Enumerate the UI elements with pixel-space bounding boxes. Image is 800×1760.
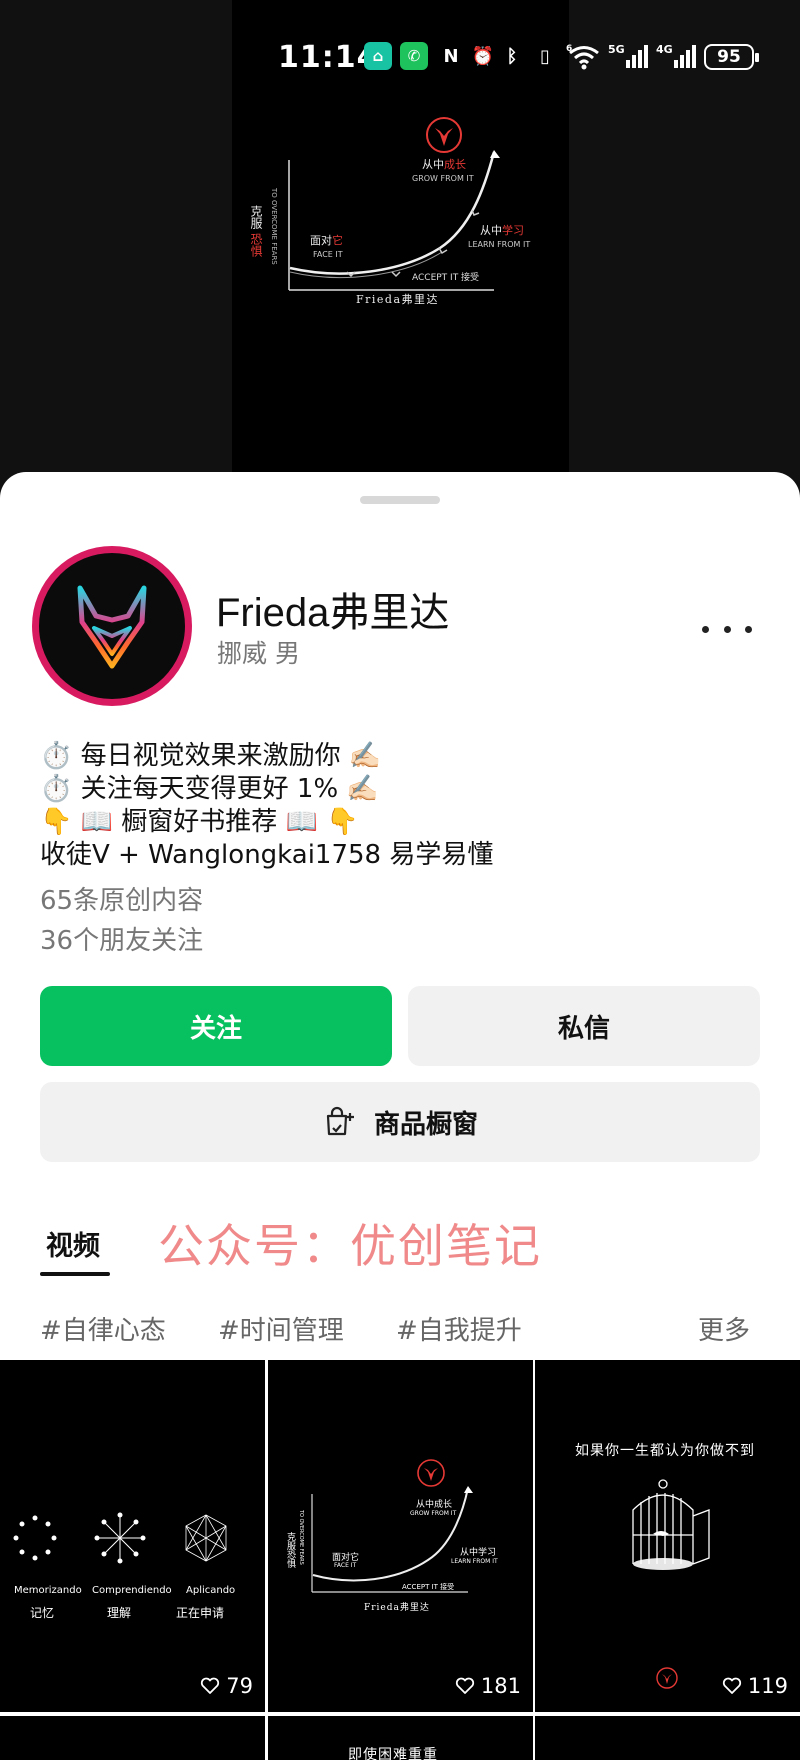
topic-tags: #自律心态 #时间管理 #自我提升 更多 xyxy=(40,1310,760,1350)
mini-ylabel: 克服恐惧 xyxy=(285,1532,295,1568)
mi-icon: ⌂ xyxy=(364,42,392,70)
caption-cn: 记忆 xyxy=(30,1606,55,1620)
top-video-area[interactable]: 从中成长 GROW FROM IT 从中学习 LEARN FROM IT 面对它… xyxy=(0,0,800,500)
graph-grow-cn: 从中成长 xyxy=(422,158,466,171)
bio-line: ⏱️ 每日视觉效果来激励你 ✍🏻 xyxy=(40,741,382,771)
profile-sheet: Frieda弗里达 挪威 男 ⏱️ 每日视觉效果来激励你 ✍🏻 ⏱️ 关注每天变… xyxy=(0,472,800,1760)
memorize-understand-apply-graphic xyxy=(13,1512,227,1564)
nfc-icon: N xyxy=(443,45,459,67)
friends-follow-count[interactable]: 36个朋友关注 xyxy=(40,920,203,957)
tags-more[interactable]: 更多 xyxy=(698,1310,750,1347)
bio-line: 收徒V + Wanglongkai1758 易学易懂 xyxy=(40,840,494,870)
status-bar: 11:14 ⌂ ✆ N ⏰ ᛒ ▯ 6 5G 4G 95 xyxy=(0,36,800,80)
graph-accept: ACCEPT IT 接受 xyxy=(412,271,479,283)
shop-window-button[interactable]: 商品橱窗 xyxy=(40,1082,760,1162)
video-likes: 79 xyxy=(200,1674,253,1698)
caption-en: Aplicando xyxy=(186,1585,236,1596)
watermark-text: 公众号：优创笔记 xyxy=(158,1219,542,1273)
more-options-icon[interactable] xyxy=(702,614,752,644)
avatar[interactable] xyxy=(32,546,192,706)
video-likes: 119 xyxy=(722,1674,788,1698)
graph-ylabel-cn-b: 恐惧 xyxy=(249,233,263,258)
mini-face-en: FACE IT xyxy=(334,1562,357,1569)
profile-name: Frieda弗里达 xyxy=(216,591,450,635)
sheet-drag-handle[interactable] xyxy=(360,496,440,504)
profile-location-gender: 挪威 男 xyxy=(217,639,300,668)
signal-5g-icon: 5G xyxy=(608,43,648,68)
mini-grow-en: GROW FROM IT xyxy=(410,1510,457,1517)
video-likes: 181 xyxy=(455,1674,521,1698)
vibrate-icon: ▯ xyxy=(540,45,550,67)
battery-icon: 95 xyxy=(704,44,759,70)
caption-cn: 理解 xyxy=(107,1606,132,1620)
video-card[interactable] xyxy=(535,1716,800,1760)
graph-face-en: FACE IT xyxy=(313,250,343,259)
graph-ylabel-en: TO OVERCOME FEARS xyxy=(270,187,278,265)
caption-en: Memorizando xyxy=(14,1585,82,1596)
fox-logo-icon xyxy=(39,553,185,699)
tag-self-discipline[interactable]: #自律心态 xyxy=(40,1310,166,1347)
original-content-count[interactable]: 65条原创内容 xyxy=(40,880,203,917)
graph-face-cn: 面对它 xyxy=(310,233,343,247)
video-title: 即使困难重重 xyxy=(348,1747,438,1760)
message-button[interactable]: 私信 xyxy=(408,986,760,1066)
bio-line: 👇 📖 橱窗好书推荐 📖 👇 xyxy=(40,807,359,837)
likes-count: 181 xyxy=(480,1674,521,1698)
video-card[interactable]: 如果你一生都认为你做不到 119 xyxy=(535,1360,800,1712)
svg-text:5G: 5G xyxy=(608,43,625,56)
video-grid: Memorizando 记忆 Comprendiendo 理解 Aplicand… xyxy=(0,1360,800,1760)
graph-xlabel: Frieda弗里达 xyxy=(356,292,439,306)
wifi-6-icon: 6 xyxy=(566,44,599,70)
likes-count: 79 xyxy=(226,1674,253,1698)
caption-en: Comprendiendo xyxy=(92,1585,172,1596)
likes-count: 119 xyxy=(747,1674,788,1698)
follow-button[interactable]: 关注 xyxy=(40,986,392,1066)
mini-xlabel: Frieda弗里达 xyxy=(364,1603,430,1613)
shopping-bag-icon xyxy=(326,1106,354,1136)
tag-time-management[interactable]: #时间管理 xyxy=(218,1310,344,1347)
mini-accept: ACCEPT IT 接受 xyxy=(402,1583,455,1591)
mini-learn: 从中学习 xyxy=(460,1548,497,1558)
video-card[interactable] xyxy=(0,1716,265,1760)
video-card[interactable]: 从中成长 GROW FROM IT 从中学习 LEARN FROM IT 面对它… xyxy=(268,1360,533,1712)
graph-ylabel-cn-a: 克服 xyxy=(249,205,263,230)
profile-bio: ⏱️ 每日视觉效果来激励你 ✍🏻 ⏱️ 关注每天变得更好 1% ✍🏻 👇 📖 橱… xyxy=(40,740,760,872)
mini-learn-en: LEARN FROM IT xyxy=(451,1558,498,1565)
overcome-fears-thumbnail xyxy=(311,1459,473,1593)
heart-icon xyxy=(201,1677,220,1694)
svg-text:6: 6 xyxy=(566,44,572,54)
alarm-icon: ⏰ xyxy=(471,45,495,67)
tag-self-improvement[interactable]: #自我提升 xyxy=(396,1310,522,1347)
tab-video[interactable]: 视频 xyxy=(46,1224,100,1263)
bio-line: ⏱️ 关注每天变得更好 1% ✍🏻 xyxy=(40,774,379,804)
caption-cn: 正在申请 xyxy=(176,1606,225,1620)
video-card[interactable]: Memorizando 记忆 Comprendiendo 理解 Aplicand… xyxy=(0,1360,265,1712)
bluetooth-icon: ᛒ xyxy=(506,45,518,67)
birdcage-graphic xyxy=(632,1479,710,1689)
video-card[interactable]: 即使困难重重 xyxy=(268,1716,533,1760)
heart-icon xyxy=(722,1677,742,1694)
graph-learn-en: LEARN FROM IT xyxy=(468,240,530,249)
wechat-icon: ✆ xyxy=(400,42,428,70)
graph-grow-en: GROW FROM IT xyxy=(412,174,474,183)
heart-icon xyxy=(455,1677,475,1694)
shop-window-label: 商品橱窗 xyxy=(373,1109,478,1140)
graph-learn-cn: 从中学习 xyxy=(480,223,524,237)
mini-grow: 从中成长 xyxy=(416,1500,453,1510)
tab-active-indicator xyxy=(40,1272,110,1276)
svg-text:4G: 4G xyxy=(656,43,673,56)
signal-4g-icon: 4G xyxy=(656,43,696,68)
mini-ylabel-en: TO OVERCOME FEARS xyxy=(298,1510,304,1565)
